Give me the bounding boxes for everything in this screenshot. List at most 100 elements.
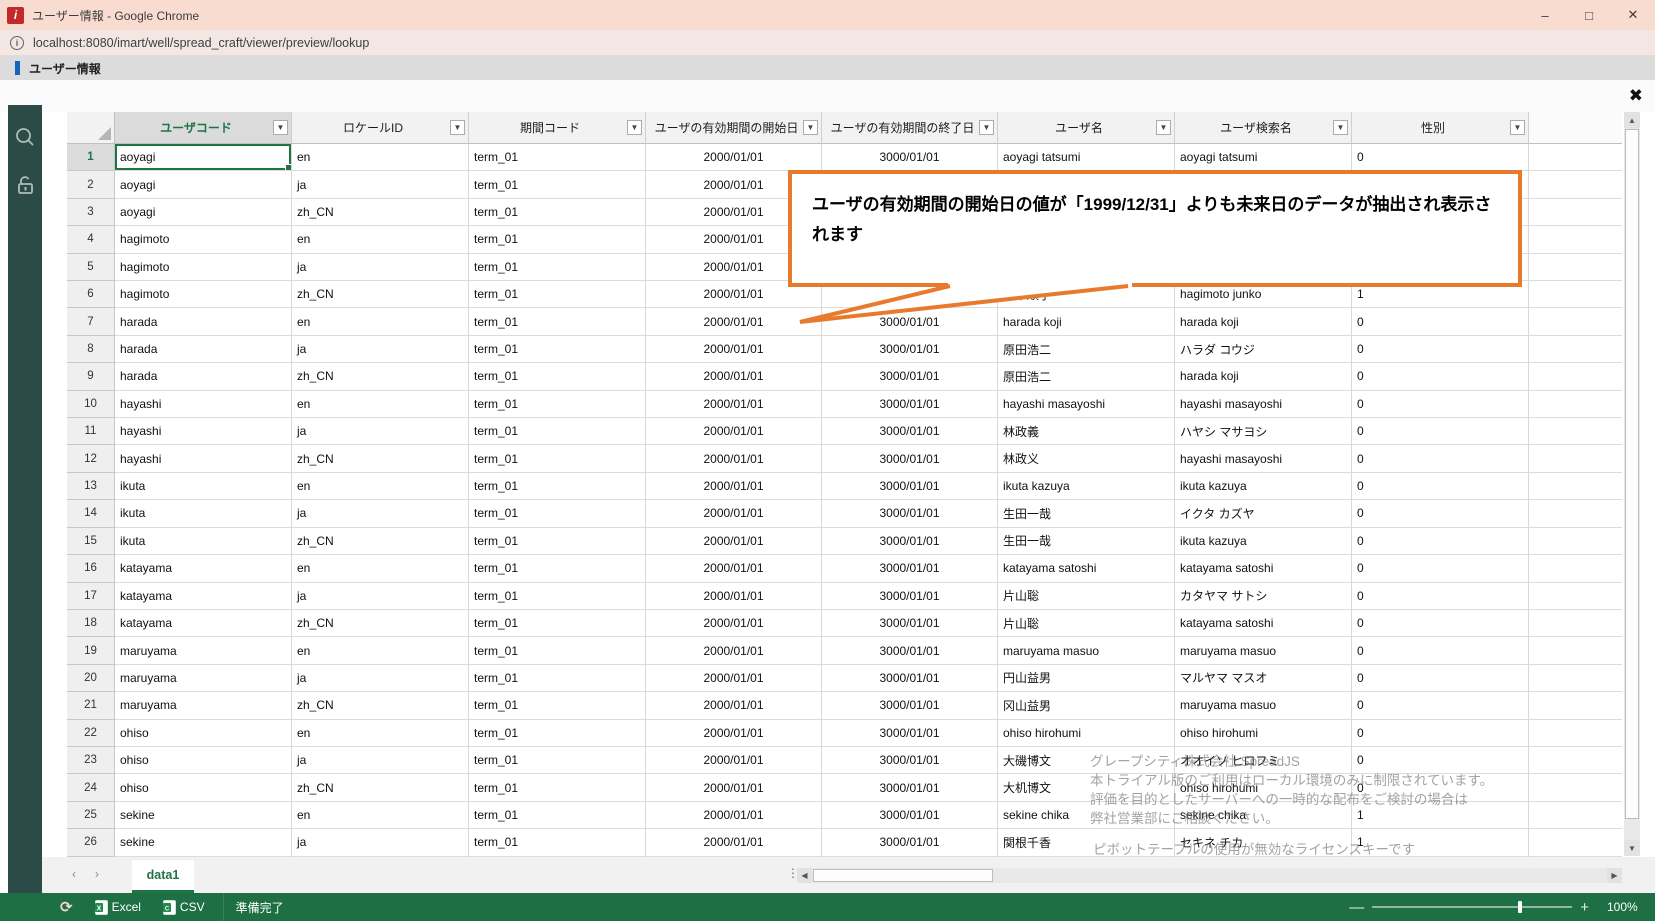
cell[interactable]: sekine xyxy=(115,802,292,829)
filter-dropdown-icon[interactable]: ▼ xyxy=(450,120,465,135)
cell[interactable]: 0 xyxy=(1352,583,1529,610)
filter-dropdown-icon[interactable]: ▼ xyxy=(273,120,288,135)
cell[interactable]: hayashi xyxy=(115,445,292,472)
cell[interactable]: zh_CN xyxy=(292,528,469,555)
cell[interactable]: 大磯博文 xyxy=(998,747,1175,774)
cell[interactable]: harada koji xyxy=(1175,308,1352,335)
cell[interactable]: 2000/01/01 xyxy=(646,363,822,390)
cell[interactable]: ikuta kazuya xyxy=(1175,473,1352,500)
zoom-slider[interactable] xyxy=(1372,906,1572,908)
cell[interactable]: zh_CN xyxy=(292,363,469,390)
cell[interactable]: カタヤマ サトシ xyxy=(1175,583,1352,610)
cell[interactable]: ohiso hirohumi xyxy=(1175,720,1352,747)
cell[interactable]: 0 xyxy=(1352,555,1529,582)
column-header-3[interactable]: 期間コード▼ xyxy=(469,112,646,144)
cell[interactable]: 3000/01/01 xyxy=(822,637,998,664)
scroll-up-icon[interactable]: ▲ xyxy=(1624,112,1640,128)
cell[interactable]: term_01 xyxy=(469,665,646,692)
zoom-slider-thumb[interactable] xyxy=(1518,901,1522,913)
cell[interactable]: en xyxy=(292,637,469,664)
column-header-7[interactable]: ユーザ検索名▼ xyxy=(1175,112,1352,144)
cell[interactable]: 2000/01/01 xyxy=(646,583,822,610)
cell[interactable]: term_01 xyxy=(469,528,646,555)
row-number[interactable]: 11 xyxy=(67,418,115,445)
cell[interactable]: zh_CN xyxy=(292,692,469,719)
cell[interactable]: term_01 xyxy=(469,774,646,801)
column-header-1[interactable]: ユーザコード▼ xyxy=(115,112,292,144)
cell[interactable]: en xyxy=(292,473,469,500)
row-number[interactable]: 5 xyxy=(67,254,115,281)
cell[interactable]: 3000/01/01 xyxy=(822,473,998,500)
cell[interactable]: hayashi masayoshi xyxy=(1175,445,1352,472)
cell[interactable]: term_01 xyxy=(469,610,646,637)
cell[interactable]: 2000/01/01 xyxy=(646,747,822,774)
cell[interactable]: ohiso xyxy=(115,774,292,801)
cell[interactable]: 2000/01/01 xyxy=(646,802,822,829)
url-text[interactable]: localhost:8080/imart/well/spread_craft/v… xyxy=(33,36,369,50)
cell[interactable]: 2000/01/01 xyxy=(646,144,822,171)
cell[interactable]: en xyxy=(292,555,469,582)
cell[interactable]: aoyagi xyxy=(115,199,292,226)
cell[interactable]: maruyama xyxy=(115,665,292,692)
cell[interactable]: katayama xyxy=(115,555,292,582)
cell[interactable]: term_01 xyxy=(469,637,646,664)
cell[interactable]: term_01 xyxy=(469,747,646,774)
cell[interactable]: 2000/01/01 xyxy=(646,665,822,692)
cell[interactable]: term_01 xyxy=(469,500,646,527)
cell[interactable]: sekine chika xyxy=(998,802,1175,829)
cell[interactable]: hagimoto xyxy=(115,254,292,281)
cell[interactable]: 0 xyxy=(1352,445,1529,472)
filter-dropdown-icon[interactable]: ▼ xyxy=(1333,120,1348,135)
row-number[interactable]: 1 xyxy=(67,144,115,171)
cell[interactable]: 3000/01/01 xyxy=(822,391,998,418)
cell[interactable]: harada xyxy=(115,336,292,363)
row-number[interactable]: 9 xyxy=(67,363,115,390)
cell[interactable]: 0 xyxy=(1352,391,1529,418)
cell[interactable]: 0 xyxy=(1352,747,1529,774)
cell[interactable]: 冈山益男 xyxy=(998,692,1175,719)
cell[interactable]: 0 xyxy=(1352,637,1529,664)
cell[interactable]: 3000/01/01 xyxy=(822,445,998,472)
cell[interactable]: 関根千香 xyxy=(998,829,1175,856)
cell[interactable]: 0 xyxy=(1352,418,1529,445)
zoom-in-button[interactable]: + xyxy=(1572,899,1597,916)
column-header-2[interactable]: ロケールID▼ xyxy=(292,112,469,144)
scroll-down-icon[interactable]: ▼ xyxy=(1624,840,1640,856)
filter-dropdown-icon[interactable]: ▼ xyxy=(1510,120,1525,135)
cell[interactable]: term_01 xyxy=(469,720,646,747)
column-header-5[interactable]: ユーザの有効期間の終了日▼ xyxy=(822,112,998,144)
cell[interactable]: term_01 xyxy=(469,473,646,500)
cell[interactable]: 3000/01/01 xyxy=(822,665,998,692)
row-number[interactable]: 22 xyxy=(67,720,115,747)
cell[interactable]: ja xyxy=(292,418,469,445)
cell[interactable]: en xyxy=(292,308,469,335)
cell[interactable]: harada koji xyxy=(998,308,1175,335)
cell[interactable]: katayama satoshi xyxy=(1175,555,1352,582)
row-number[interactable]: 18 xyxy=(67,610,115,637)
cell[interactable]: 0 xyxy=(1352,665,1529,692)
zoom-out-button[interactable]: — xyxy=(1341,899,1372,916)
cell[interactable]: term_01 xyxy=(469,308,646,335)
cell[interactable]: ikuta xyxy=(115,528,292,555)
cell[interactable]: hagimoto xyxy=(115,281,292,308)
cell[interactable]: 3000/01/01 xyxy=(822,610,998,637)
maximize-button[interactable]: □ xyxy=(1567,0,1611,30)
cell[interactable]: katayama xyxy=(115,583,292,610)
cell[interactable]: hayashi xyxy=(115,391,292,418)
cell[interactable]: harada xyxy=(115,363,292,390)
row-number[interactable]: 24 xyxy=(67,774,115,801)
cell[interactable]: en xyxy=(292,720,469,747)
cell[interactable]: 2000/01/01 xyxy=(646,473,822,500)
cell[interactable]: オオイソ ヒロフミ xyxy=(1175,747,1352,774)
cell[interactable]: 3000/01/01 xyxy=(822,720,998,747)
scroll-left-icon[interactable]: ◀ xyxy=(797,868,812,883)
row-number[interactable]: 13 xyxy=(67,473,115,500)
cell[interactable]: ohiso hirohumi xyxy=(998,720,1175,747)
cell[interactable]: 2000/01/01 xyxy=(646,528,822,555)
cell[interactable]: 1 xyxy=(1352,802,1529,829)
cell[interactable]: 3000/01/01 xyxy=(822,555,998,582)
cell[interactable]: katayama xyxy=(115,610,292,637)
cell[interactable]: 0 xyxy=(1352,500,1529,527)
cell[interactable]: 生田一哉 xyxy=(998,528,1175,555)
cell[interactable]: term_01 xyxy=(469,829,646,856)
